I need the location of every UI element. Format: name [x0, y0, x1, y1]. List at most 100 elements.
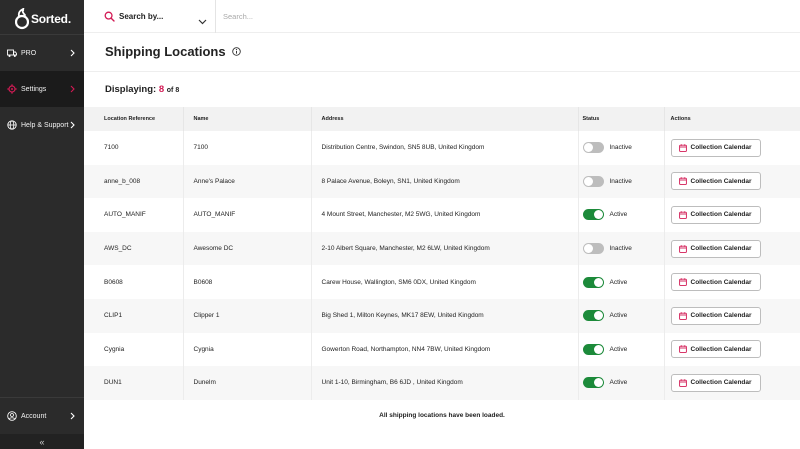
search-by-label: Search by...	[119, 12, 164, 21]
status: Active	[582, 343, 664, 355]
status-toggle[interactable]	[582, 142, 604, 154]
location-name: AUTO_MANIF	[183, 198, 312, 232]
status-toggle[interactable]	[582, 310, 604, 322]
divider	[84, 71, 800, 72]
actions-cell: Collection Calendar	[664, 232, 800, 266]
page-title: Shipping Locations	[105, 44, 241, 59]
toggle-knob	[593, 277, 603, 287]
status-text: Active	[609, 312, 628, 320]
status-text: Active	[609, 379, 628, 387]
brand-name: Sorted.	[31, 12, 71, 26]
location-reference: B0608	[84, 265, 184, 299]
status-toggle[interactable]	[582, 343, 604, 355]
collection-calendar-button[interactable]: Collection Calendar	[670, 205, 761, 224]
status-toggle[interactable]	[582, 175, 604, 187]
actions-cell: Collection Calendar	[664, 333, 800, 367]
chevron-right-icon	[70, 49, 76, 57]
location-name: Cygnia	[183, 332, 312, 367]
collection-calendar-button[interactable]: Collection Calendar	[670, 239, 761, 258]
status-toggle[interactable]	[582, 377, 604, 389]
collection-calendar-button[interactable]: Collection Calendar	[670, 273, 761, 292]
collection-calendar-label: Collection Calendar	[690, 312, 752, 320]
collection-calendar-button[interactable]: Collection Calendar	[670, 138, 761, 157]
table-header-row: Location Reference Name Address Status A…	[84, 107, 800, 131]
status-text: Inactive	[609, 144, 632, 152]
column-header-name: Name	[183, 107, 312, 131]
location-address: Distribution Centre, Swindon, SN5 8UB, U…	[311, 131, 579, 165]
chevron-down-icon	[198, 12, 207, 30]
status-text: Active	[609, 345, 628, 353]
status-cell: Active	[578, 298, 665, 333]
truck-icon	[7, 48, 17, 58]
collection-calendar-button[interactable]: Collection Calendar	[670, 306, 761, 325]
toggle-knob	[593, 210, 603, 220]
status: Inactive	[582, 142, 664, 154]
globe-icon	[7, 120, 17, 130]
sidebar-item-help-support[interactable]: Help & Support	[0, 107, 84, 143]
location-name: Dunelm	[183, 366, 312, 400]
search-by-select[interactable]: Search by...	[84, 0, 216, 33]
collection-calendar-label: Collection Calendar	[690, 379, 752, 387]
collection-calendar-label: Collection Calendar	[690, 211, 752, 219]
shipping-locations-table: Location Reference Name Address Status A…	[84, 107, 800, 400]
collection-calendar-button[interactable]: Collection Calendar	[670, 340, 761, 359]
chevron-right-icon	[70, 85, 76, 93]
status: Active	[582, 377, 664, 389]
status-text: Inactive	[609, 177, 632, 185]
status: Active	[582, 209, 664, 221]
table-row: Cygnia Cygnia Gowerton Road, Northampton…	[84, 332, 800, 367]
sidebar-item-account[interactable]: Account	[0, 398, 84, 434]
sidebar-item-label: Account	[21, 412, 47, 420]
collection-calendar-label: Collection Calendar	[690, 345, 752, 353]
collapse-sidebar-button[interactable]: «	[0, 434, 84, 449]
location-address: Unit 1-10, Birmingham, B6 6JD , United K…	[311, 366, 579, 400]
status-cell: Active	[578, 198, 665, 232]
loaded-message: All shipping locations have been loaded.	[379, 412, 505, 419]
status-toggle[interactable]	[582, 209, 604, 221]
location-address: 2-10 Albert Square, Manchester, M2 6LW, …	[311, 231, 579, 266]
actions-cell: Collection Calendar	[664, 131, 800, 165]
status-text: Inactive	[609, 245, 632, 253]
location-reference: AWS_DC	[84, 231, 184, 266]
sidebar-item-label: Settings	[21, 85, 47, 93]
table-row: CLIP1 Clipper 1 Big Shed 1, Milton Keyne…	[84, 298, 800, 333]
toggle-knob	[593, 344, 603, 354]
sidebar-item-settings[interactable]: Settings	[0, 71, 84, 107]
status-cell: Inactive	[578, 231, 665, 266]
sorted-logo-icon	[14, 6, 30, 30]
status-toggle[interactable]	[582, 276, 604, 288]
location-address: 8 Palace Avenue, Boleyn, SN1, United Kin…	[311, 164, 579, 199]
actions-cell: Collection Calendar	[664, 299, 800, 333]
chevron-right-icon	[70, 121, 76, 129]
column-header-location-reference: Location Reference	[84, 107, 184, 131]
chevron-right-icon	[70, 412, 76, 420]
collection-calendar-label: Collection Calendar	[690, 177, 752, 185]
collection-calendar-label: Collection Calendar	[690, 144, 752, 152]
location-reference: CLIP1	[84, 298, 184, 333]
calendar-icon	[678, 345, 687, 354]
toggle-knob	[583, 176, 593, 186]
status-cell: Inactive	[578, 131, 665, 165]
info-icon[interactable]	[231, 47, 241, 56]
table-body: 7100 7100 Distribution Centre, Swindon, …	[84, 131, 800, 400]
user-icon	[7, 411, 17, 421]
status-cell: Active	[578, 332, 665, 367]
collection-calendar-button[interactable]: Collection Calendar	[670, 172, 761, 191]
column-header-address: Address	[311, 107, 579, 131]
search-input[interactable]	[223, 8, 783, 25]
status-text: Active	[609, 278, 628, 286]
column-header-status: Status	[578, 107, 665, 131]
displaying-count: Displaying: 8 of 8	[105, 84, 180, 95]
status-toggle[interactable]	[582, 243, 604, 255]
status: Active	[582, 276, 664, 288]
location-reference: anne_b_008	[84, 164, 184, 199]
page-title-text: Shipping Locations	[105, 44, 226, 59]
sidebar-item-pro[interactable]: PRO	[0, 35, 84, 71]
location-address: Big Shed 1, Milton Keynes, MK17 8EW, Uni…	[311, 298, 579, 333]
status: Active	[582, 310, 664, 322]
collection-calendar-button[interactable]: Collection Calendar	[670, 373, 761, 392]
calendar-icon	[678, 312, 687, 320]
status-cell: Active	[578, 366, 665, 400]
search-icon	[104, 11, 115, 22]
brand-logo[interactable]: Sorted.	[14, 6, 71, 32]
